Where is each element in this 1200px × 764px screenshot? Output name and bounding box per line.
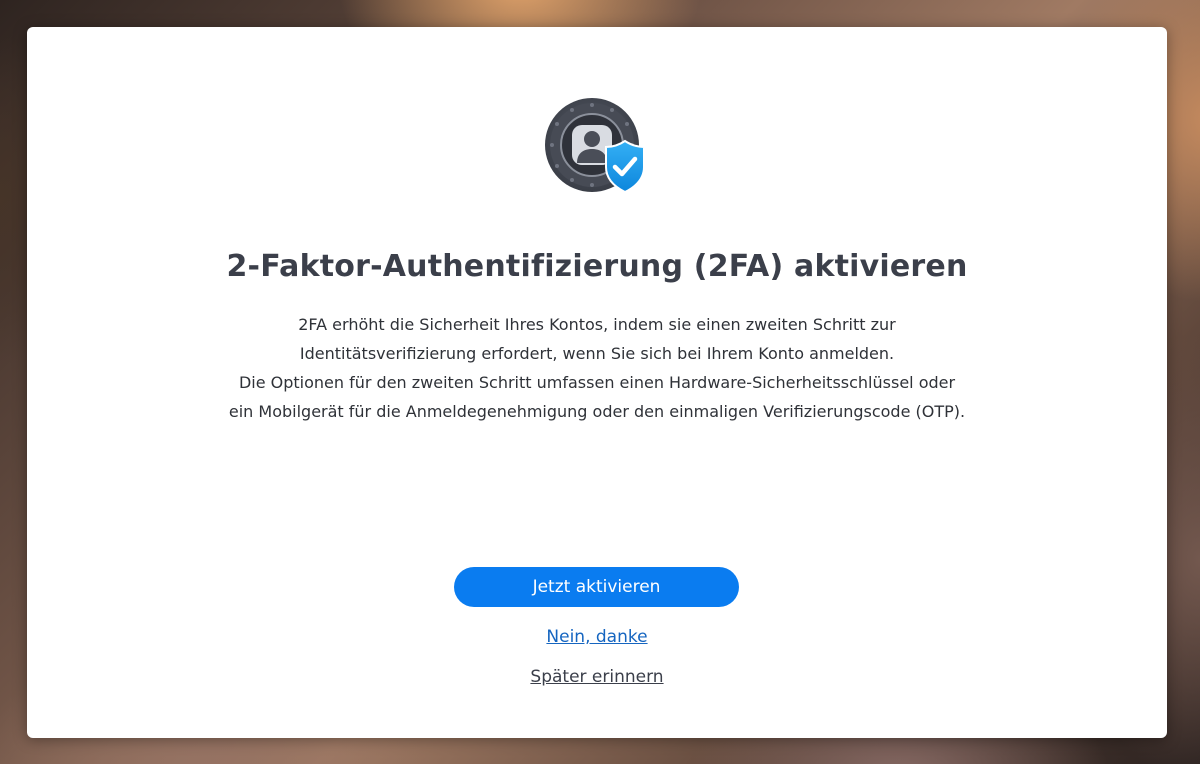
description-line: 2FA erhöht die Sicherheit Ihres Kontos, … <box>298 315 896 334</box>
dialog-description: 2FA erhöht die Sicherheit Ihres Kontos, … <box>87 310 1107 426</box>
description-line: Identitätsverifizierung erfordert, wenn … <box>299 344 895 363</box>
decline-link-row: Nein, danke <box>27 627 1167 647</box>
activate-now-button[interactable]: Jetzt aktivieren <box>454 567 739 607</box>
account-shield-check-icon <box>545 97 650 197</box>
enable-2fa-dialog: 2-Faktor-Authentifizierung (2FA) aktivie… <box>27 27 1167 738</box>
remind-later-link-row: Später erinnern <box>27 667 1167 687</box>
description-line: ein Mobilgerät für die Anmeldegenehmigun… <box>228 402 966 421</box>
description-line: Die Optionen für den zweiten Schritt umf… <box>238 373 956 392</box>
no-thanks-link[interactable]: Nein, danke <box>546 627 647 647</box>
dialog-title: 2-Faktor-Authentifizierung (2FA) aktivie… <box>226 249 968 284</box>
remind-later-link[interactable]: Später erinnern <box>530 667 663 687</box>
